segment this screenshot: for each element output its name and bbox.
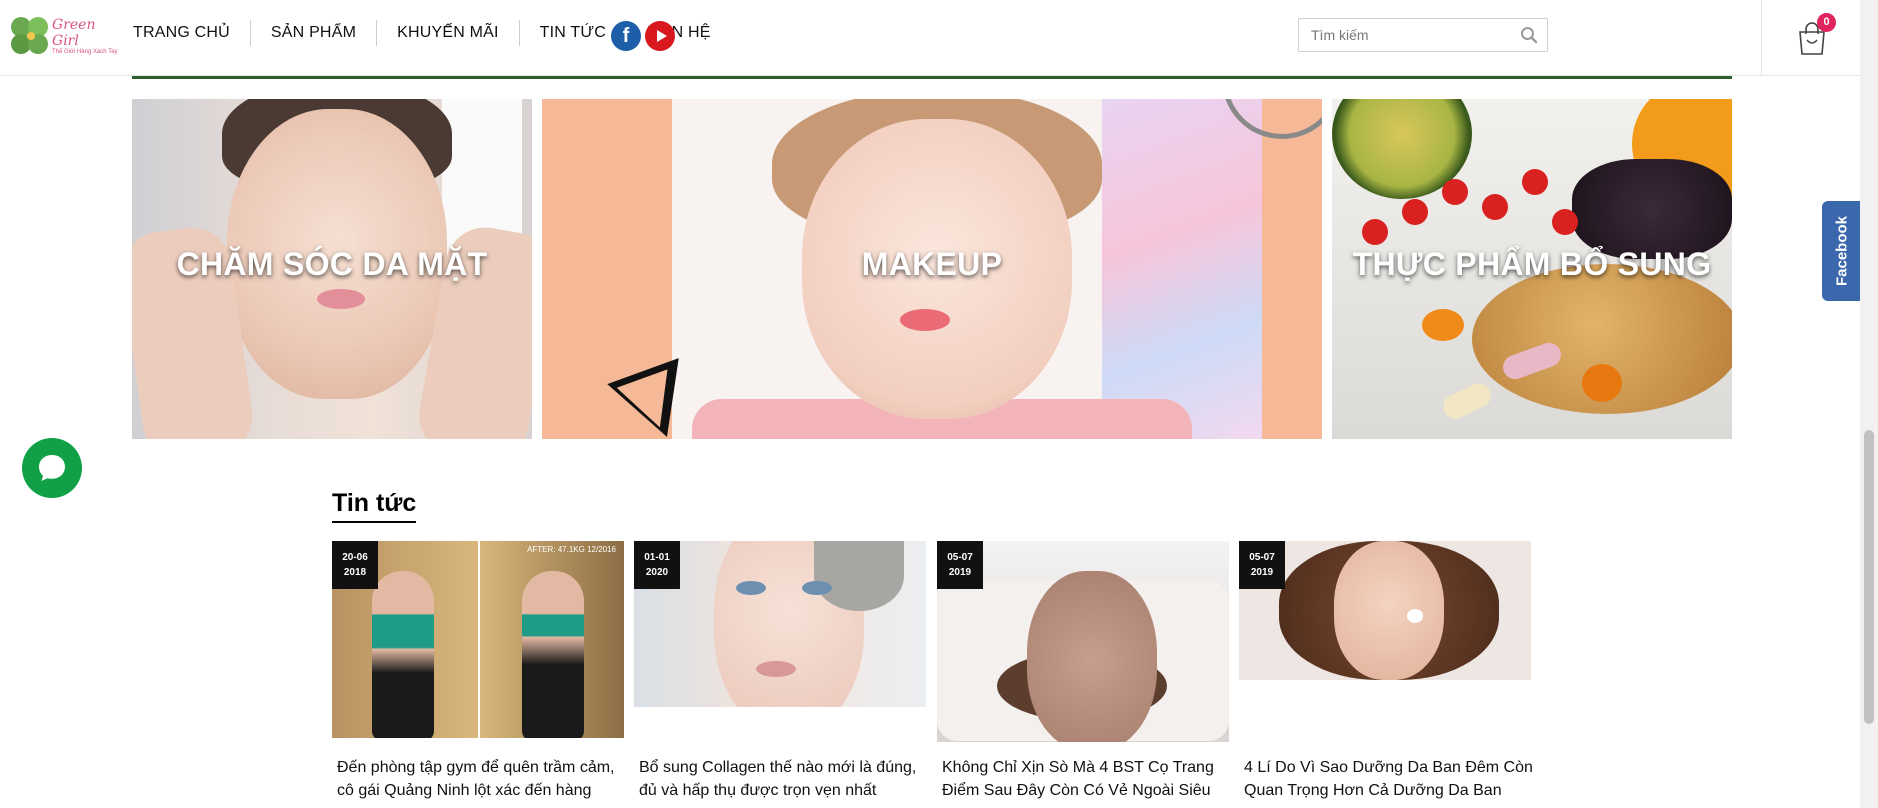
news-title[interactable]: Không Chỉ Xịn Sò Mà 4 BST Cọ Trang Điểm … [942,756,1232,802]
news-card[interactable]: 05-07 2019 Không Chỉ Xịn Sò Mà 4 BST Cọ T… [937,541,1229,799]
news-card[interactable]: 05-07 2019 4 Lí Do Vì Sao Dưỡng Da Ban Đê… [1239,541,1533,799]
logo-tagline: Thế Giới Hàng Xách Tay [52,49,118,55]
news-date-badge: 20-06 2018 [332,541,378,589]
facebook-icon[interactable]: f [611,21,641,51]
news-thumbnail[interactable]: AFTER: 47.1KG 12/2016 20-06 2018 [332,541,624,738]
news-title[interactable]: Đến phòng tập gym để quên trầm cảm, cô g… [337,756,627,802]
nav-item-khuyen-mai[interactable]: KHUYẾN MÃI [377,20,520,46]
chat-button[interactable] [22,438,82,498]
header-divider [1761,0,1762,76]
search-box [1298,18,1548,52]
news-date-badge: 05-07 2019 [937,541,983,589]
news-card[interactable]: AFTER: 47.1KG 12/2016 20-06 2018 Đến phòn… [332,541,624,799]
cart-count-badge: 0 [1817,13,1836,32]
category-label: THỰC PHẨM BỔ SUNG [1352,245,1712,282]
nav-item-san-pham[interactable]: SẢN PHẨM [251,20,378,46]
youtube-icon[interactable] [645,21,675,51]
facebook-side-tab[interactable]: Facebook [1822,201,1862,301]
news-date-badge: 01-01 2020 [634,541,680,589]
category-banner-skincare[interactable]: CHĂM SÓC DA MẶT [132,99,532,439]
facebook-tab-label: Facebook [1833,215,1851,287]
social-links: f [611,21,675,51]
category-banner-supplements[interactable]: THỰC PHẨM BỔ SUNG [1332,99,1732,439]
category-label: CHĂM SÓC DA MẶT [176,245,488,282]
category-banner-makeup[interactable]: MAKEUP [542,99,1322,439]
site-logo[interactable]: Green Girl Thế Giới Hàng Xách Tay [8,10,120,62]
clover-logo-icon [8,14,48,58]
category-label: MAKEUP [861,245,1003,282]
page-scrollbar[interactable] [1860,0,1878,808]
news-card[interactable]: 01-01 2020 Bổ sung Collagen thế nào mới l… [634,541,926,799]
nav-item-trang-chu[interactable]: TRANG CHỦ [123,20,251,46]
site-header: Green Girl Thế Giới Hàng Xách Tay TRANG … [0,0,1860,76]
thumbnail-caption: AFTER: 47.1KG 12/2016 [527,545,616,554]
logo-name: Green Girl [52,17,96,49]
search-input[interactable] [1299,19,1511,51]
hero-bottom-edge [132,76,1732,79]
news-title[interactable]: Bổ sung Collagen thế nào mới là đúng, đủ… [639,756,929,802]
cart-button[interactable]: 0 [1797,13,1836,56]
news-thumbnail[interactable]: 05-07 2019 [937,541,1229,742]
scrollbar-thumb[interactable] [1864,430,1874,724]
news-heading: Tin tức [332,489,417,523]
news-thumbnail[interactable]: 05-07 2019 [1239,541,1531,680]
news-date-badge: 05-07 2019 [1239,541,1285,589]
news-title[interactable]: 4 Lí Do Vì Sao Dưỡng Da Ban Đêm Còn Quan… [1244,756,1534,802]
news-thumbnail[interactable]: 01-01 2020 [634,541,926,707]
chat-bubble-icon [39,455,65,481]
search-icon[interactable] [1511,19,1547,51]
